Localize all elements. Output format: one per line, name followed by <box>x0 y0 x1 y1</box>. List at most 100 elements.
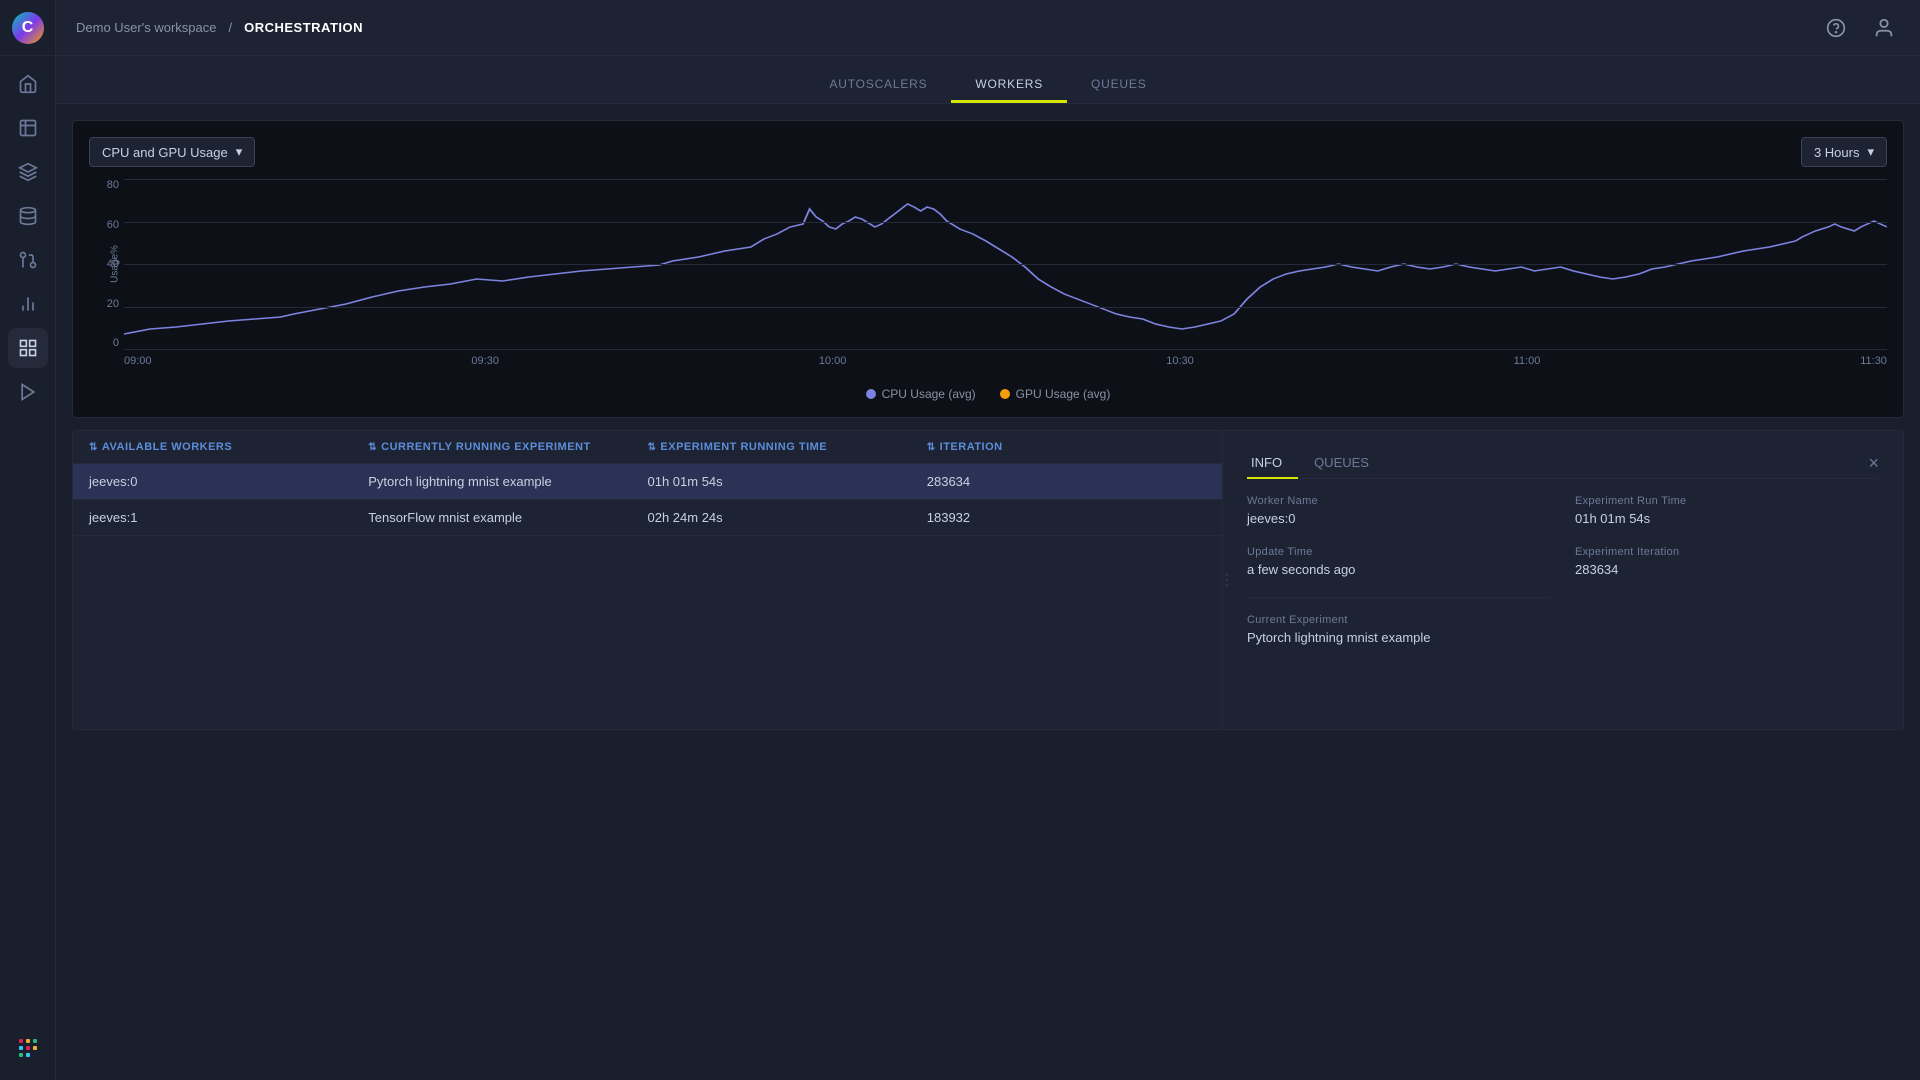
app-logo[interactable]: C <box>0 0 56 56</box>
x-label-0930: 09:30 <box>471 355 499 379</box>
th-running-time: ⇅ EXPERIMENT RUNNING TIME <box>648 441 927 453</box>
y-label-60: 60 <box>89 219 119 231</box>
sidebar-item-pipelines[interactable] <box>8 240 48 280</box>
update-time-field: Update Time a few seconds ago <box>1247 546 1551 577</box>
y-label-20: 20 <box>89 298 119 310</box>
legend-gpu: GPU Usage (avg) <box>1000 387 1111 401</box>
sort-workers-icon: ⇅ <box>89 442 98 453</box>
sidebar-item-experiments[interactable] <box>8 108 48 148</box>
table-header: ⇅ AVAILABLE WORKERS ⇅ CURRENTLY RUNNING … <box>73 431 1222 464</box>
tab-bar: AUTOSCALERS WORKERS QUEUES <box>56 56 1920 104</box>
sidebar-item-orchestration[interactable] <box>8 328 48 368</box>
info-tab-queues[interactable]: QUEUES <box>1310 447 1385 478</box>
help-icon[interactable] <box>1820 12 1852 44</box>
worker-name-value: jeeves:0 <box>1247 511 1551 526</box>
experiment-iteration-label: Experiment Iteration <box>1575 546 1879 558</box>
x-label-1000: 10:00 <box>819 355 847 379</box>
tab-workers[interactable]: WORKERS <box>951 65 1067 103</box>
user-avatar[interactable] <box>1868 12 1900 44</box>
grid-line-80 <box>124 179 1887 180</box>
close-info-button[interactable]: × <box>1868 454 1879 472</box>
y-label-0: 0 <box>89 337 119 349</box>
th-available-workers: ⇅ AVAILABLE WORKERS <box>89 441 368 453</box>
sidebar-item-home[interactable] <box>8 64 48 104</box>
cpu-legend-label: CPU Usage (avg) <box>882 387 976 401</box>
breadcrumb: Demo User's workspace / ORCHESTRATION <box>76 20 363 35</box>
current-experiment-field: Current Experiment Pytorch lightning mni… <box>1247 614 1551 645</box>
experiment-run-time-value: 01h 01m 54s <box>1575 511 1879 526</box>
info-fields-grid: Worker Name jeeves:0 Update Time a few s… <box>1247 495 1879 665</box>
running-time-0: 01h 01m 54s <box>648 474 927 489</box>
update-time-value: a few seconds ago <box>1247 562 1551 577</box>
grid-line-40 <box>124 264 1887 265</box>
iteration-0: 283634 <box>927 474 1206 489</box>
sort-experiment-icon: ⇅ <box>368 442 377 453</box>
x-label-0900: 09:00 <box>124 355 152 379</box>
time-dropdown[interactable]: 3 Hours ▾ <box>1801 137 1887 167</box>
x-label-1130: 11:30 <box>1860 355 1887 379</box>
chart-x-axis: 09:00 09:30 10:00 10:30 11:00 11:30 <box>124 355 1887 379</box>
th-running-experiment: ⇅ CURRENTLY RUNNING EXPERIMENT <box>368 441 647 453</box>
sort-iteration-icon: ⇅ <box>927 442 936 453</box>
logo-icon: C <box>12 12 44 44</box>
sidebar-nav <box>8 56 48 1016</box>
content-area: CPU and GPU Usage ▾ 3 Hours ▾ 0 20 40 60… <box>56 104 1920 1080</box>
experiment-run-time-label: Experiment Run Time <box>1575 495 1879 507</box>
table-row[interactable]: jeeves:1 TensorFlow mnist example 02h 24… <box>73 500 1222 536</box>
worker-name-field: Worker Name jeeves:0 <box>1247 495 1551 526</box>
info-divider <box>1247 597 1551 598</box>
breadcrumb-page: ORCHESTRATION <box>244 20 363 35</box>
header-actions <box>1820 12 1900 44</box>
sidebar-item-deploy[interactable] <box>8 372 48 412</box>
gpu-legend-label: GPU Usage (avg) <box>1016 387 1111 401</box>
sidebar-item-models[interactable] <box>8 152 48 192</box>
tab-queues[interactable]: QUEUES <box>1067 65 1170 103</box>
metric-dropdown[interactable]: CPU and GPU Usage ▾ <box>89 137 255 167</box>
cpu-legend-dot <box>866 389 876 399</box>
current-experiment-value: Pytorch lightning mnist example <box>1247 630 1551 645</box>
chevron-down-icon: ▾ <box>236 144 243 160</box>
slack-icon[interactable] <box>8 1028 48 1068</box>
tab-autoscalers[interactable]: AUTOSCALERS <box>805 65 951 103</box>
breadcrumb-workspace: Demo User's workspace <box>76 20 216 35</box>
experiment-name-0: Pytorch lightning mnist example <box>368 474 647 489</box>
sort-time-icon: ⇅ <box>648 442 657 453</box>
chart-area: 0 20 40 60 80 Usage% <box>89 179 1887 379</box>
main-content: Demo User's workspace / ORCHESTRATION AU… <box>56 0 1920 1080</box>
sidebar: C <box>0 0 56 1080</box>
info-panel: ⋮ INFO QUEUES × <box>1223 431 1903 729</box>
worker-name-label: Worker Name <box>1247 495 1551 507</box>
gpu-legend-dot <box>1000 389 1010 399</box>
info-tab-bar: INFO QUEUES × <box>1247 447 1879 479</box>
legend-cpu: CPU Usage (avg) <box>866 387 976 401</box>
running-time-1: 02h 24m 24s <box>648 510 927 525</box>
grid-line-20 <box>124 307 1887 308</box>
info-tab-group: INFO QUEUES <box>1247 447 1397 478</box>
y-axis-label: Usage% <box>109 245 120 283</box>
info-left-column: Worker Name jeeves:0 Update Time a few s… <box>1247 495 1551 665</box>
sidebar-item-datasets[interactable] <box>8 196 48 236</box>
iteration-1: 183932 <box>927 510 1206 525</box>
experiment-iteration-value: 283634 <box>1575 562 1879 577</box>
chevron-down-icon-time: ▾ <box>1867 144 1874 160</box>
info-tab-info[interactable]: INFO <box>1247 447 1298 478</box>
breadcrumb-separator: / <box>228 20 232 35</box>
chart-legend: CPU Usage (avg) GPU Usage (avg) <box>89 387 1887 401</box>
workers-table: ⇅ AVAILABLE WORKERS ⇅ CURRENTLY RUNNING … <box>73 431 1223 729</box>
table-row[interactable]: jeeves:0 Pytorch lightning mnist example… <box>73 464 1222 500</box>
info-right-column: Experiment Run Time 01h 01m 54s Experime… <box>1575 495 1879 665</box>
worker-name-0: jeeves:0 <box>89 474 368 489</box>
chart-plot: Usage% <box>124 179 1887 349</box>
worker-name-1: jeeves:1 <box>89 510 368 525</box>
y-label-80: 80 <box>89 179 119 191</box>
resize-handle[interactable]: ⋮ <box>1223 570 1231 590</box>
sidebar-item-reports[interactable] <box>8 284 48 324</box>
experiment-name-1: TensorFlow mnist example <box>368 510 647 525</box>
x-label-1030: 10:30 <box>1166 355 1194 379</box>
update-time-label: Update Time <box>1247 546 1551 558</box>
x-label-1100: 11:00 <box>1514 355 1541 379</box>
grid-line-60 <box>124 222 1887 223</box>
sidebar-bottom <box>8 1016 48 1080</box>
chart-card: CPU and GPU Usage ▾ 3 Hours ▾ 0 20 40 60… <box>72 120 1904 418</box>
th-iteration: ⇅ ITERATION <box>927 441 1206 453</box>
